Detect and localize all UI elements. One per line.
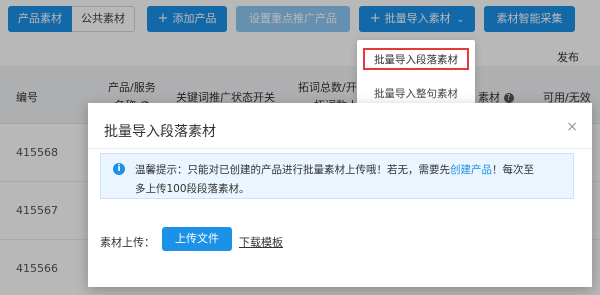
tip-alert: i 温馨提示：只能对已创建的产品进行批量素材上传哦！若无，需要先创建产品！每次至… [100,153,574,199]
dialog-title: 批量导入段落素材 [104,124,216,140]
alert-line-1: 温馨提示：只能对已创建的产品进行批量素材上传哦！若无，需要先创建产品！每次至 [135,162,534,177]
dialog-divider [88,148,592,149]
menu-item-import-paragraph[interactable]: 批量导入段落素材 [363,48,469,70]
alert-line-2: 多上传100段段落素材。 [135,183,250,195]
alert-suffix: ！每次至 [492,164,534,176]
import-paragraph-dialog: 批量导入段落素材 × i 温馨提示：只能对已创建的产品进行批量素材上传哦！若无，… [88,103,592,287]
alert-prefix: 温馨提示：只能对已创建的产品进行批量素材上传哦！若无，需要先 [135,164,450,176]
batch-import-dropdown: 批量导入段落素材 批量导入整句素材 [357,40,475,106]
create-product-link[interactable]: 创建产品 [450,164,492,176]
upload-label: 素材上传： [100,236,155,249]
upload-file-button[interactable]: 上传文件 [162,227,232,251]
info-icon: i [113,163,125,175]
download-template-link[interactable]: 下载模板 [239,234,283,250]
close-icon[interactable]: × [566,119,578,135]
